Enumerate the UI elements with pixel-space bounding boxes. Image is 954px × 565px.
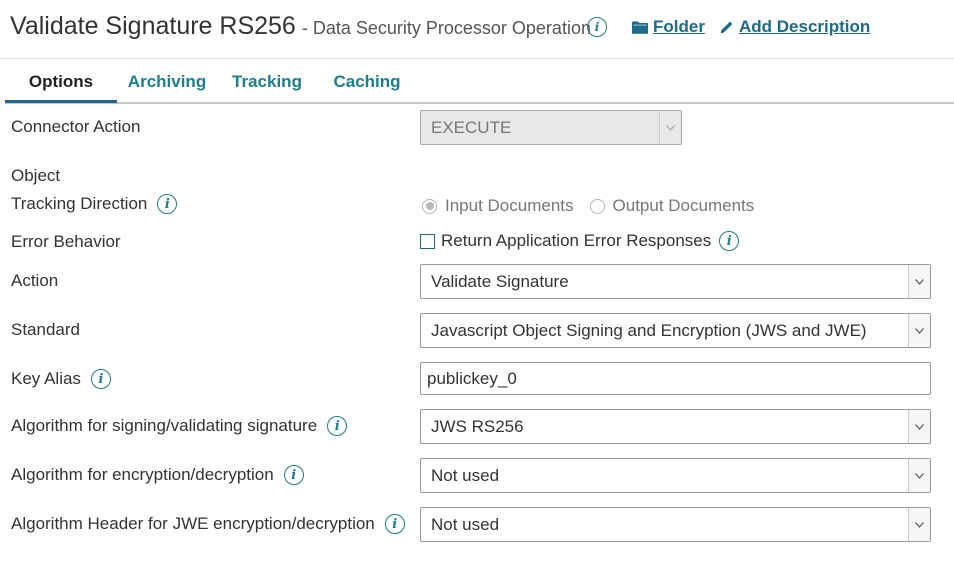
algorithm-encryption-label: Algorithm for encryption/decryption i — [11, 464, 304, 486]
radio-output-documents-label: Output Documents — [612, 196, 755, 215]
chevron-down-icon[interactable] — [908, 459, 930, 492]
tracking-direction-radio-group: Input Documents Output Documents — [422, 196, 770, 216]
tracking-direction-label: Tracking Direction i — [11, 193, 178, 215]
pencil-icon — [721, 21, 733, 33]
algorithm-header-jwe-label: Algorithm Header for JWE encryption/decr… — [11, 513, 405, 535]
tab-options[interactable]: Options — [5, 62, 117, 103]
folder-link-label: Folder — [653, 17, 705, 36]
folder-link[interactable]: Folder — [632, 17, 705, 37]
add-description-label: Add Description — [739, 17, 871, 36]
algorithm-signing-label: Algorithm for signing/validating signatu… — [11, 415, 348, 437]
standard-label: Standard — [11, 320, 80, 339]
header-divider — [0, 58, 954, 59]
error-behavior-label: Error Behavior — [11, 232, 121, 251]
object-label: Object — [11, 166, 61, 185]
chevron-down-icon[interactable] — [908, 410, 930, 443]
algorithm-encryption-select[interactable]: Not used — [420, 458, 931, 493]
folder-icon — [632, 21, 648, 34]
algorithm-header-jwe-select[interactable]: Not used — [420, 507, 931, 542]
info-icon[interactable]: i — [587, 17, 607, 37]
page-subtitle: - Data Security Processor Operation — [301, 18, 591, 38]
info-icon[interactable]: i — [283, 465, 304, 485]
info-icon[interactable]: i — [719, 231, 740, 251]
page-title: Validate Signature RS256 — [10, 12, 296, 40]
tab-caching[interactable]: Caching — [317, 62, 417, 102]
radio-input-documents[interactable] — [422, 198, 437, 214]
connector-action-label: Connector Action — [11, 117, 141, 136]
key-alias-input[interactable]: publickey_0 — [420, 362, 931, 395]
return-error-responses-label: Return Application Error Responses — [441, 231, 712, 250]
radio-input-documents-label: Input Documents — [445, 196, 574, 215]
info-icon[interactable]: i — [157, 194, 178, 214]
standard-select[interactable]: Javascript Object Signing and Encryption… — [420, 313, 931, 348]
chevron-down-icon — [659, 111, 681, 144]
connector-action-select: EXECUTE — [420, 110, 682, 145]
info-icon[interactable]: i — [90, 369, 111, 389]
chevron-down-icon[interactable] — [908, 265, 930, 298]
page-header: Validate Signature RS256 - Data Security… — [10, 12, 591, 46]
algorithm-signing-select[interactable]: JWS RS256 — [420, 409, 931, 444]
key-alias-label: Key Alias i — [11, 368, 111, 390]
action-select[interactable]: Validate Signature — [420, 264, 931, 299]
radio-output-documents[interactable] — [589, 198, 605, 214]
chevron-down-icon[interactable] — [908, 314, 930, 347]
chevron-down-icon[interactable] — [908, 508, 930, 541]
info-icon[interactable]: i — [384, 514, 405, 534]
action-label: Action — [11, 271, 59, 290]
return-error-responses-row: Return Application Error Responses i — [420, 231, 740, 251]
return-error-responses-checkbox[interactable] — [420, 233, 435, 249]
tab-archiving[interactable]: Archiving — [117, 62, 217, 102]
info-icon[interactable]: i — [327, 416, 348, 436]
tab-tracking[interactable]: Tracking — [217, 62, 317, 102]
tab-bar: Options Archiving Tracking Caching — [5, 62, 954, 104]
add-description-link[interactable]: Add Description — [720, 17, 870, 37]
